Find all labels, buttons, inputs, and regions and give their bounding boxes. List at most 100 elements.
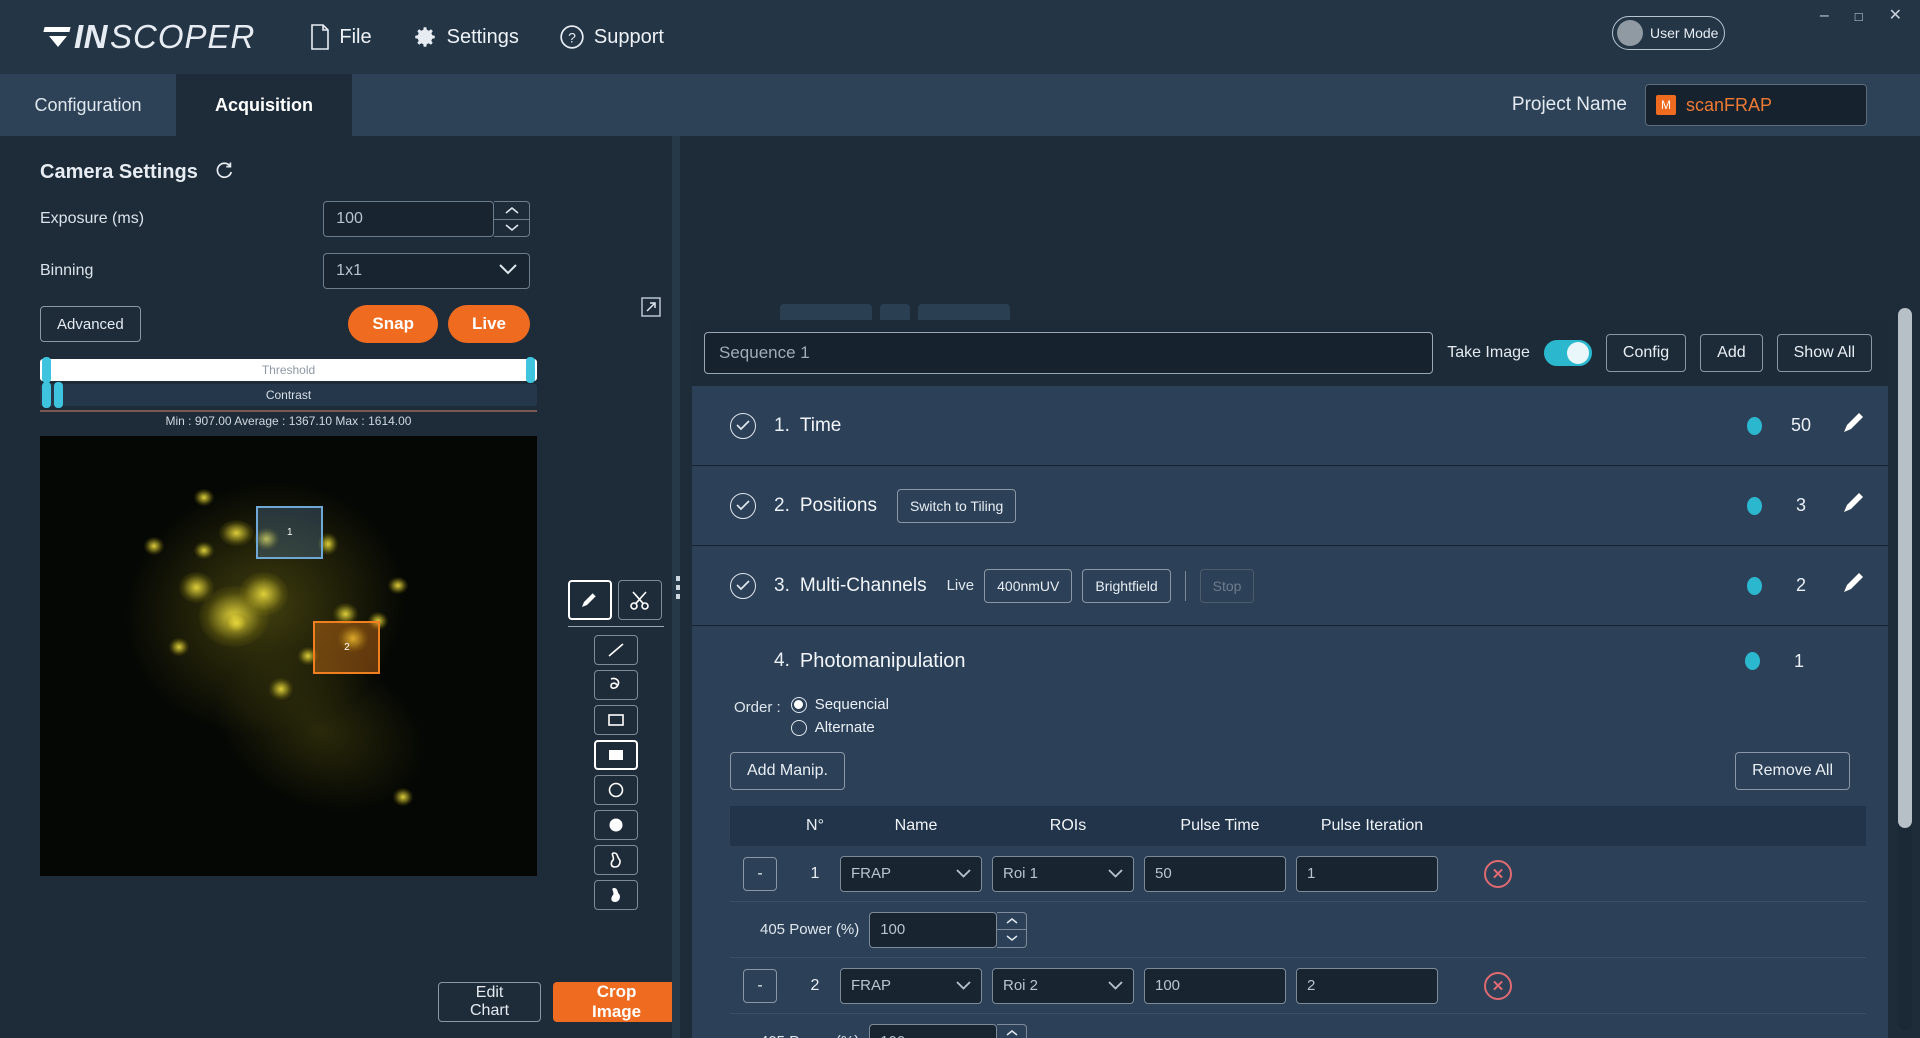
- add-manip-button[interactable]: Add Manip.: [730, 752, 845, 790]
- scrollbar-thumb[interactable]: [1898, 308, 1912, 828]
- circle-outline-icon[interactable]: [594, 775, 638, 805]
- channel-brightfield-button[interactable]: Brightfield: [1082, 568, 1171, 603]
- rectangle-filled-icon[interactable]: [594, 740, 638, 770]
- live-button[interactable]: Live: [447, 305, 530, 343]
- delete-row-icon[interactable]: ✕: [1484, 859, 1512, 888]
- app-logo: IN SCOPER: [44, 18, 255, 56]
- edit-step-icon[interactable]: [1840, 490, 1866, 521]
- collapse-row-button[interactable]: -: [743, 856, 777, 891]
- step-checkbox[interactable]: [730, 572, 756, 599]
- switch-to-tiling-button[interactable]: Switch to Tiling: [896, 488, 1017, 523]
- manip-name-select[interactable]: FRAP: [840, 967, 982, 1004]
- step-right: 50: [1747, 410, 1866, 441]
- camera-image-view[interactable]: 1 2: [40, 436, 537, 876]
- exposure-stepper-down[interactable]: [494, 220, 529, 237]
- contrast-thumb-max[interactable]: [54, 382, 63, 408]
- menu-item-support[interactable]: ? Support: [559, 24, 664, 50]
- rectangle-outline-icon[interactable]: [594, 705, 638, 735]
- scissors-icon[interactable]: [618, 580, 662, 620]
- sequence-step-multi-channels[interactable]: 3. Multi-Channels Live 400nmUV Brightfie…: [692, 546, 1888, 626]
- advanced-button[interactable]: Advanced: [40, 306, 141, 342]
- config-button[interactable]: Config: [1605, 334, 1687, 372]
- power-stepper[interactable]: [997, 911, 1028, 948]
- exposure-stepper-up[interactable]: [494, 202, 530, 220]
- order-option-alternate[interactable]: Alternate: [790, 719, 889, 736]
- close-button[interactable]: ✕: [1889, 8, 1902, 24]
- exposure-input[interactable]: 100: [323, 201, 495, 237]
- project-name-field[interactable]: M scanFRAP: [1645, 84, 1867, 126]
- minimize-button[interactable]: –: [1820, 8, 1829, 24]
- tab-configuration[interactable]: Configuration: [0, 74, 176, 136]
- take-image-label: Take Image: [1447, 344, 1530, 361]
- pulse-time-input[interactable]: 50: [1144, 855, 1286, 892]
- step-checkbox[interactable]: [730, 412, 756, 439]
- manip-roi-select[interactable]: Roi 2: [992, 967, 1134, 1004]
- show-all-button[interactable]: Show All: [1776, 334, 1872, 372]
- binning-select[interactable]: 1x1: [323, 253, 530, 289]
- polygon-outline-icon[interactable]: [594, 845, 638, 875]
- sequence-step-time[interactable]: 1. Time 50: [692, 386, 1888, 466]
- project-name-value: scanFRAP: [1686, 94, 1773, 115]
- take-image-toggle[interactable]: [1543, 340, 1592, 366]
- order-option-sequencial[interactable]: Sequencial: [790, 696, 889, 713]
- sequence-name-input[interactable]: Sequence 1: [704, 332, 1434, 374]
- step-count: 1: [1793, 650, 1804, 671]
- roi-box-2[interactable]: 2: [313, 620, 381, 674]
- roi-box-1[interactable]: 1: [256, 506, 324, 560]
- step-checkbox[interactable]: [730, 492, 756, 519]
- stop-button[interactable]: Stop: [1199, 568, 1255, 603]
- add-button[interactable]: Add: [1700, 334, 1763, 372]
- menu-item-settings[interactable]: Settings: [412, 24, 519, 50]
- snap-button[interactable]: Snap: [348, 305, 438, 343]
- menu-item-file[interactable]: File: [310, 24, 372, 50]
- tab-acquisition[interactable]: Acquisition: [176, 74, 352, 136]
- power-input[interactable]: 100: [869, 1023, 998, 1038]
- threshold-label: Threshold: [261, 363, 316, 377]
- sequence-step-positions[interactable]: 2. Positions Switch to Tiling 3: [692, 466, 1888, 546]
- order-option-label: Sequencial: [814, 696, 889, 713]
- user-mode-toggle[interactable]: User Mode: [1612, 16, 1725, 50]
- delete-row-icon[interactable]: ✕: [1484, 971, 1512, 1000]
- edit-step-icon[interactable]: [1840, 410, 1866, 441]
- manip-roi-value: Roi 1: [1003, 865, 1039, 882]
- pulse-iteration-input[interactable]: 2: [1296, 967, 1438, 1004]
- freehand-curve-icon[interactable]: [594, 670, 638, 700]
- power-stepper-up[interactable]: [997, 1025, 1026, 1038]
- maximize-button[interactable]: □: [1855, 10, 1863, 23]
- refresh-icon[interactable]: [214, 160, 234, 185]
- edit-step-icon[interactable]: [1840, 570, 1866, 601]
- threshold-slider[interactable]: Threshold: [40, 357, 537, 383]
- power-input[interactable]: 100: [869, 911, 998, 948]
- manip-name-select[interactable]: FRAP: [840, 855, 982, 892]
- window-controls: – □ ✕: [1820, 8, 1902, 24]
- step-name: Time: [799, 414, 842, 436]
- exposure-stepper[interactable]: [494, 201, 531, 237]
- remove-all-button[interactable]: Remove All: [1735, 752, 1850, 790]
- collapse-row-button[interactable]: -: [743, 968, 777, 1003]
- pulse-time-input[interactable]: 100: [1144, 967, 1286, 1004]
- polygon-filled-icon[interactable]: [594, 880, 638, 910]
- power-stepper[interactable]: [997, 1023, 1028, 1038]
- order-radios: Sequencial Alternate: [790, 696, 889, 736]
- contrast-slider[interactable]: Contrast: [40, 382, 537, 408]
- circle-filled-icon[interactable]: [594, 810, 638, 840]
- edit-chart-button[interactable]: Edit Chart: [438, 982, 542, 1022]
- power-stepper-down[interactable]: [997, 930, 1026, 947]
- top-bar: IN SCOPER File Settings ? Support User M…: [0, 0, 1920, 74]
- line-icon[interactable]: [594, 635, 638, 665]
- contrast-thumb-min[interactable]: [42, 382, 51, 408]
- main-body: Camera Settings Exposure (ms) 100 Binnin…: [0, 136, 1920, 1038]
- power-stepper-up[interactable]: [997, 913, 1027, 930]
- manip-roi-select[interactable]: Roi 1: [992, 855, 1134, 892]
- channel-400nmuv-button[interactable]: 400nmUV: [984, 568, 1073, 603]
- pencil-icon[interactable]: [568, 580, 612, 620]
- user-mode-knob: [1617, 20, 1643, 46]
- expand-panel-icon[interactable]: [640, 296, 662, 323]
- crop-image-button[interactable]: Crop Image: [553, 982, 680, 1022]
- pulse-iteration-input[interactable]: 1: [1296, 855, 1438, 892]
- sequence-scrollbar[interactable]: [1898, 308, 1912, 1030]
- threshold-thumb-max[interactable]: [526, 357, 535, 383]
- threshold-thumb-min[interactable]: [42, 357, 51, 383]
- roi-label-1: 1: [286, 527, 293, 539]
- project-name-label: Project Name: [1511, 94, 1627, 115]
